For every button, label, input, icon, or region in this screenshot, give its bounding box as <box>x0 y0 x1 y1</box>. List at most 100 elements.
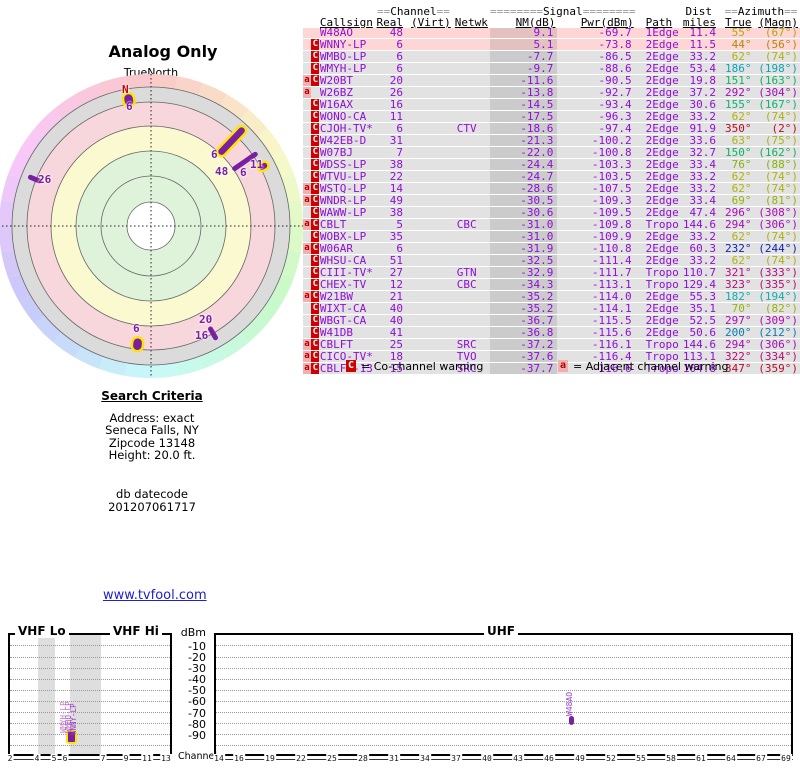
callsign-cell: W41DB <box>319 326 377 340</box>
real-channel-cell: 11 <box>376 110 408 124</box>
virtual-channel-cell <box>407 182 451 196</box>
adjacent-warning-badge: a <box>303 183 311 194</box>
channel-tick-label: 13 <box>160 754 172 763</box>
power-dbm-cell: -107.5 <box>557 182 636 196</box>
distance-cell: 129.4 <box>679 278 722 292</box>
tvfool-link[interactable]: www.tvfool.com <box>103 588 207 603</box>
radar-marker-WMYH-LP <box>130 335 145 353</box>
azimuth-true-cell: 182° <box>721 290 756 304</box>
distance-cell: 35.1 <box>679 302 722 316</box>
path-cell: 2Edge <box>635 170 680 184</box>
azimuth-magnetic-cell: (334°) <box>755 350 800 364</box>
distance-cell: 33.2 <box>679 230 722 244</box>
col-virt: (Virt) <box>411 17 451 28</box>
network-cell <box>450 206 490 220</box>
power-dbm-cell: -109.5 <box>557 206 636 220</box>
adjacent-warning-cell: a <box>303 194 312 208</box>
path-cell: Tropo <box>635 266 680 280</box>
co-channel-warning-cell: C <box>311 146 320 160</box>
virtual-channel-cell <box>407 86 451 100</box>
station-row-WHSU-CA: C WHSU-CA 51 -32.5 -111.4 2Edge 33.2 62° (74°) <box>303 254 800 268</box>
network-cell: CTV <box>450 122 490 136</box>
adjacent-warning-cell <box>303 62 312 76</box>
adjacent-warning-cell: a <box>303 290 312 304</box>
distance-cell: 33.2 <box>679 50 722 64</box>
callsign-cell: WSTQ-LP <box>319 182 377 196</box>
real-channel-cell: 35 <box>376 230 408 244</box>
adjacent-warning-cell <box>303 314 312 328</box>
channel-axis-title: Channel <box>178 751 218 762</box>
distance-cell: 32.7 <box>679 146 722 160</box>
uhf-band-label: UHF <box>484 625 518 638</box>
radar-marker-label: N <box>122 83 129 96</box>
radar-marker-label: 6 <box>240 166 247 179</box>
path-cell: 2Edge <box>635 122 680 136</box>
callsign-cell: WONO-CA <box>319 110 377 124</box>
distance-cell: 33.2 <box>679 170 722 184</box>
co-channel-warning-cell: C <box>311 338 320 352</box>
adjacent-warning-cell <box>303 158 312 172</box>
channel-tick-label: 11 <box>141 754 153 763</box>
nm-db-cell: -31.0 <box>489 230 558 244</box>
nm-db-cell: -28.6 <box>489 182 558 196</box>
virtual-channel-cell <box>407 98 451 112</box>
distance-cell: 144.6 <box>679 218 722 232</box>
nm-db-cell: -32.5 <box>489 254 558 268</box>
real-channel-cell: 6 <box>376 122 408 136</box>
co-channel-warning-cell: C <box>311 302 320 316</box>
path-cell: 2Edge <box>635 290 680 304</box>
nm-db-cell: -35.2 <box>489 302 558 316</box>
distance-cell: 110.7 <box>679 266 722 280</box>
nm-db-cell: -14.5 <box>489 98 558 112</box>
azimuth-true-cell: 323° <box>721 278 756 292</box>
channel-tick-label: 22 <box>295 754 307 763</box>
virtual-channel-cell <box>407 338 451 352</box>
dbm-gridline <box>10 656 170 658</box>
channel-tick-label: 6 <box>61 754 69 763</box>
azimuth-magnetic-cell: (335°) <box>755 278 800 292</box>
power-dbm-cell: -69.7 <box>557 28 636 40</box>
distance-cell: 19.8 <box>679 74 722 88</box>
callsign-cell: CHEX-TV <box>319 278 377 292</box>
nm-db-cell: -36.7 <box>489 314 558 328</box>
vhf-lo-band-label: VHF Lo <box>15 625 69 638</box>
adjacent-warning-badge: a <box>303 75 311 86</box>
db-datecode-value: 201207061717 <box>108 499 196 514</box>
nm-db-cell: -37.2 <box>489 338 558 352</box>
dbm-gridline <box>10 645 170 647</box>
dist-group-header: Dist <box>685 7 712 18</box>
co-channel-warning-cell: C <box>311 242 320 256</box>
station-row-WIXT-CA: C WIXT-CA 40 -35.2 -114.1 2Edge 35.1 70° (82°) <box>303 302 800 316</box>
co-channel-warning-cell: C <box>311 170 320 184</box>
co-channel-warning-badge: C <box>311 171 320 182</box>
channel-tick-label: 61 <box>695 754 707 763</box>
network-cell <box>450 194 490 208</box>
dbm-gridline <box>216 645 791 647</box>
path-cell: 2Edge <box>635 62 680 76</box>
co-channel-warning-badge: C <box>311 231 320 242</box>
channel-tick-label: 67 <box>755 754 767 763</box>
co-channel-warning-badge: C <box>311 75 320 86</box>
col-magn: (Magn) <box>758 17 798 28</box>
co-channel-warning-badge: C <box>311 243 320 254</box>
channel-tick-label: 14 <box>213 754 225 763</box>
nm-db-cell: 5.1 <box>489 38 558 52</box>
channel-group-header: ==Channel== <box>377 7 450 18</box>
network-cell <box>450 230 490 244</box>
path-cell: 2Edge <box>635 86 680 100</box>
station-row-CBLT: a C CBLT 5 CBC -31.0 -109.8 Tropo 144.6 294° (306°… <box>303 218 800 232</box>
co-channel-warning-badge: C <box>311 327 320 338</box>
dbm-gridline <box>10 667 170 669</box>
power-dbm-cell: -111.4 <box>557 254 636 268</box>
co-channel-warning-cell: C <box>311 290 320 304</box>
radar-marker-label: 16 <box>195 329 209 342</box>
dbm-gridline <box>10 734 170 736</box>
azimuth-true-cell: 62° <box>721 230 756 244</box>
network-cell <box>450 182 490 196</box>
callsign-cell: WBGT-CA <box>319 314 377 328</box>
vhf-spectrum-panel <box>8 633 172 756</box>
dbm-gridline <box>216 689 791 691</box>
network-cell <box>450 170 490 184</box>
network-cell <box>450 50 490 64</box>
virtual-channel-cell <box>407 194 451 208</box>
